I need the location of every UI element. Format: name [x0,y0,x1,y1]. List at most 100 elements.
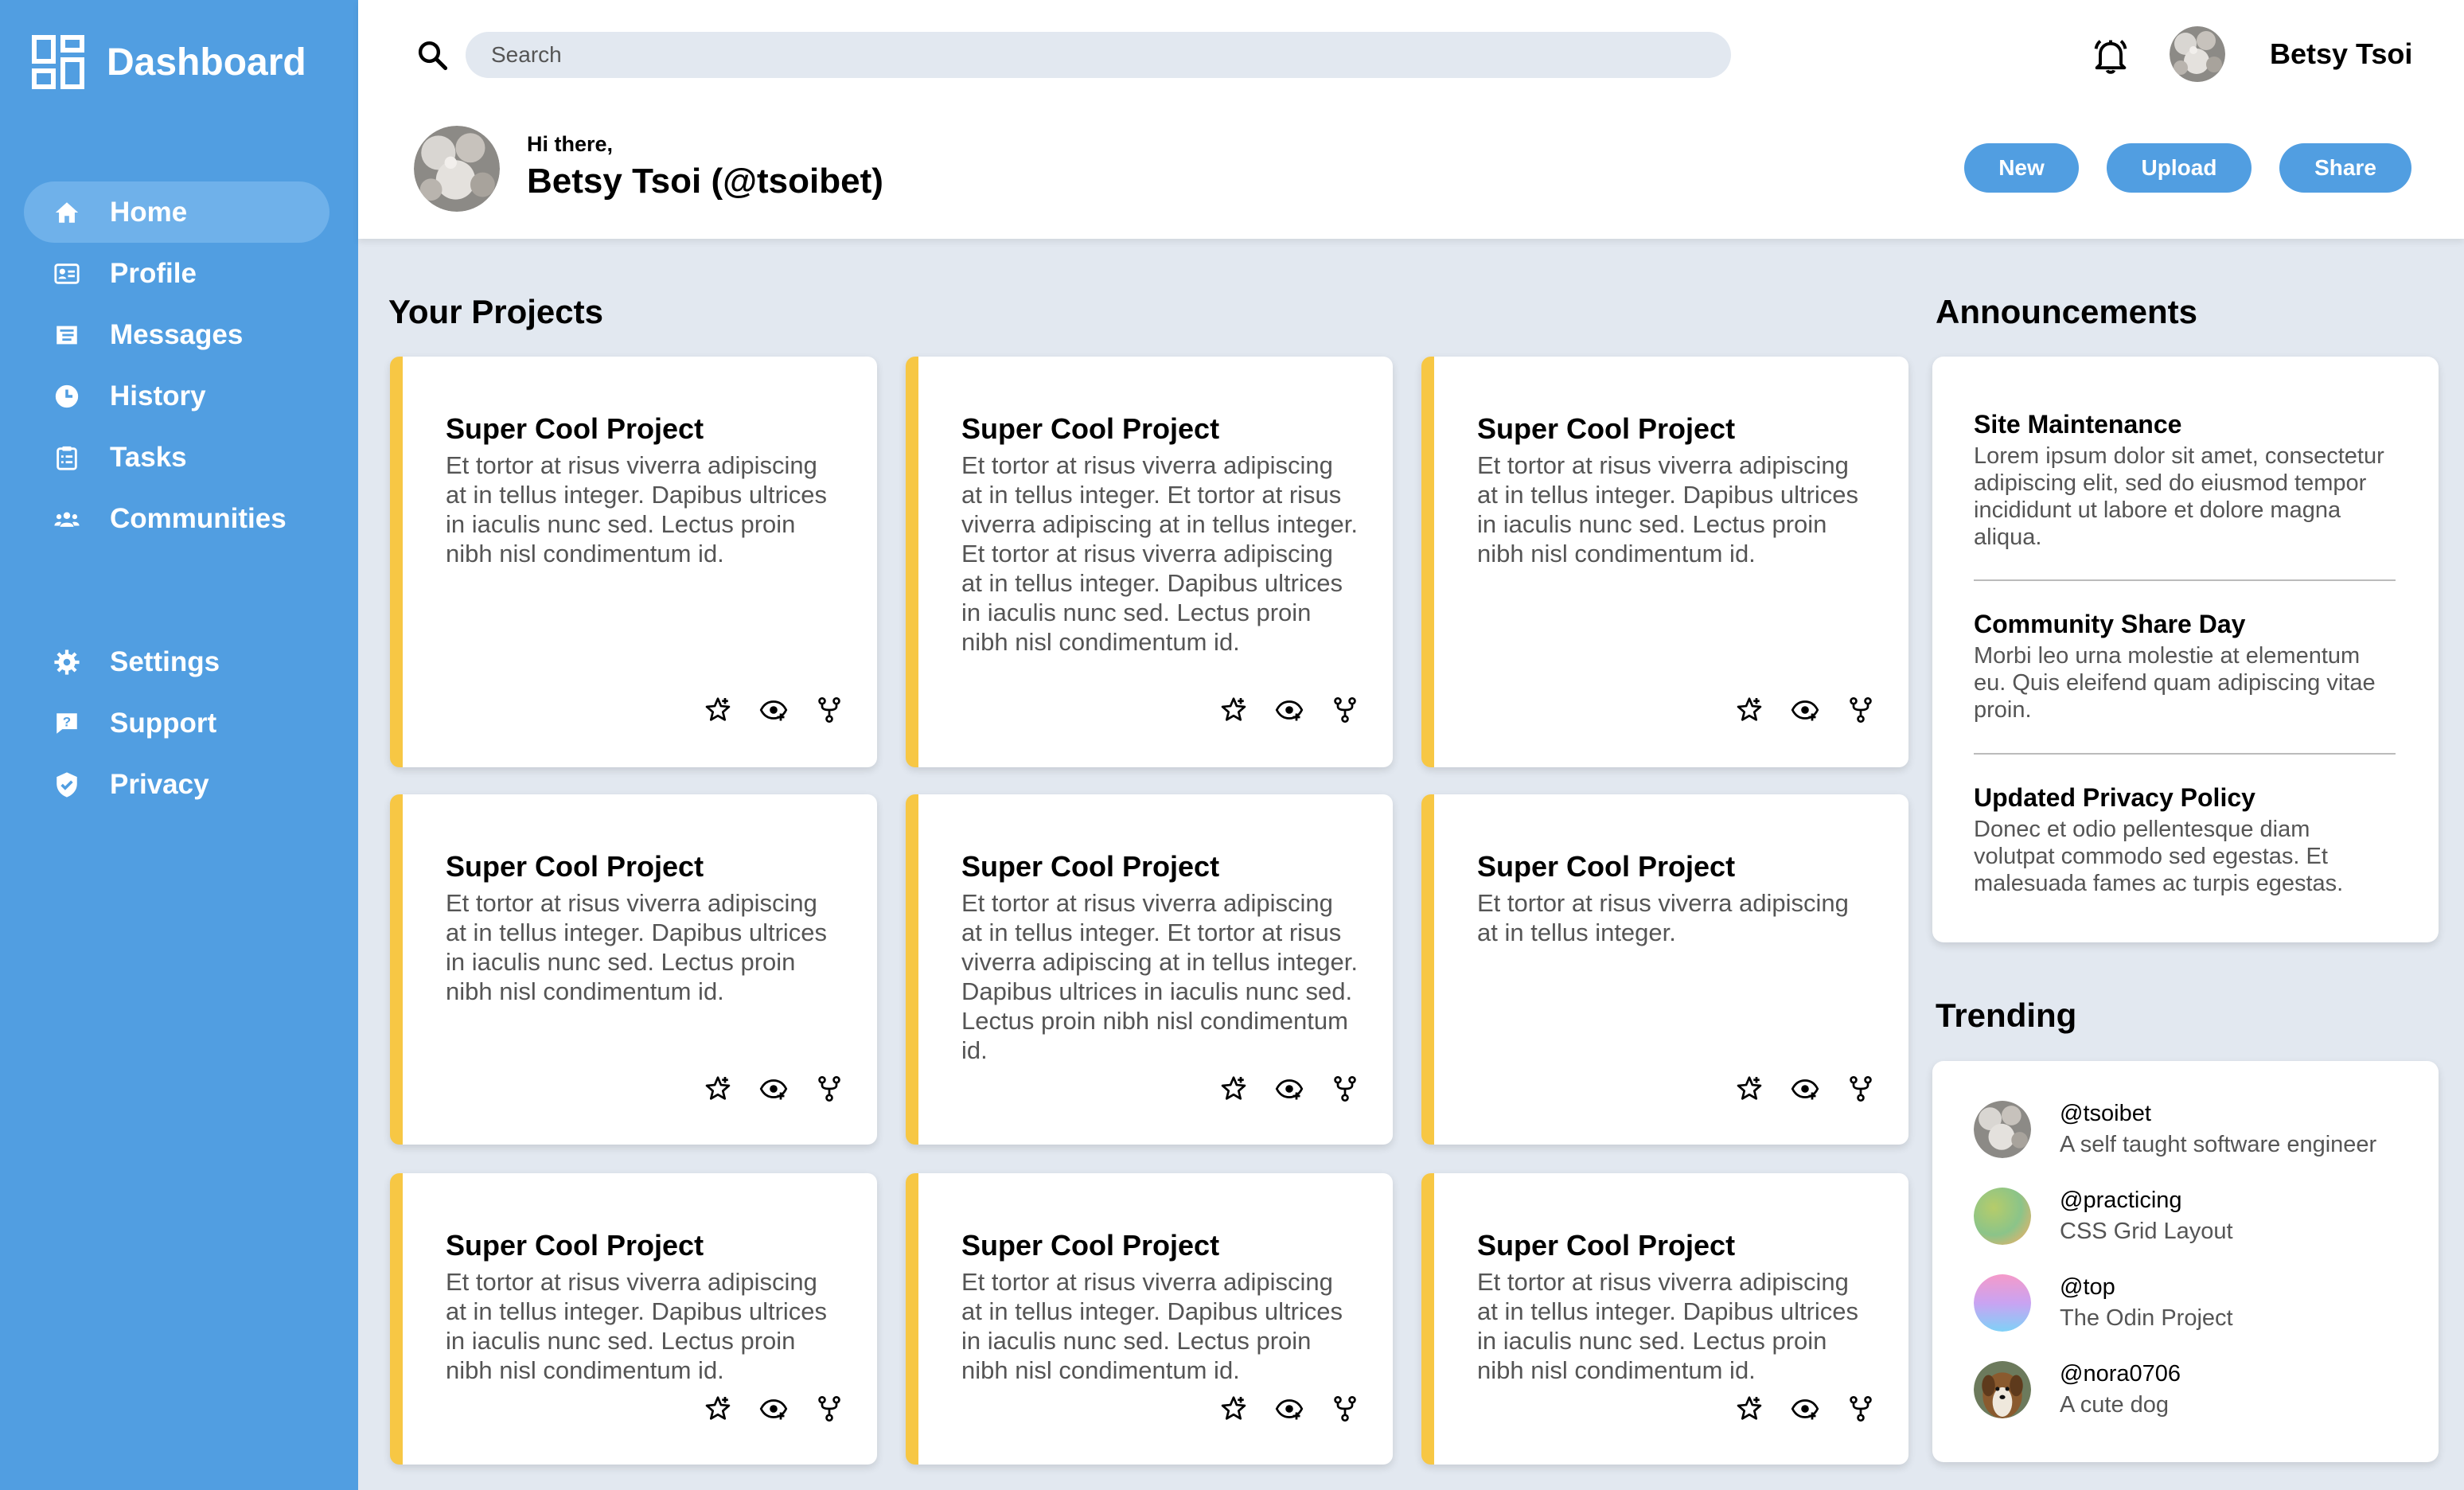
people-icon [49,505,84,532]
watch-eye-icon[interactable] [1791,1394,1819,1423]
sidebar-item-tasks[interactable]: Tasks [24,427,329,488]
watch-eye-icon[interactable] [1275,1394,1304,1423]
user-name[interactable]: Betsy Tsoi [2270,37,2412,71]
star-icon[interactable] [1219,696,1248,724]
project-card[interactable]: Super Cool Project Et tortor at risus vi… [390,357,877,767]
watch-eye-icon[interactable] [1275,1075,1304,1103]
watch-eye-icon[interactable] [1275,696,1304,724]
star-icon[interactable] [1735,696,1764,724]
project-card[interactable]: Super Cool Project Et tortor at risus vi… [906,357,1393,767]
star-icon[interactable] [704,1075,732,1103]
project-card[interactable]: Super Cool Project Et tortor at risus vi… [1421,1173,1908,1465]
watch-eye-icon[interactable] [1791,696,1819,724]
fork-icon[interactable] [1331,696,1359,724]
trending-item[interactable]: @nora0706 A cute dog [1974,1361,2181,1418]
star-icon[interactable] [1219,1394,1248,1423]
id-card-icon [49,260,84,287]
project-card[interactable]: Super Cool Project Et tortor at risus vi… [1421,357,1908,767]
home-icon [49,199,84,226]
announcement-item[interactable]: Community Share Day Morbi leo urna moles… [1974,610,2396,724]
brand[interactable]: Dashboard [32,35,306,89]
fork-icon[interactable] [1846,1075,1875,1103]
project-title: Super Cool Project [446,850,704,883]
trending-handle: @tsoibet [2060,1101,2151,1126]
project-card[interactable]: Super Cool Project Et tortor at risus vi… [390,1173,877,1465]
star-icon[interactable] [1735,1394,1764,1423]
share-button[interactable]: Share [2279,143,2411,193]
bell-icon[interactable] [2090,35,2131,76]
fork-icon[interactable] [815,1394,844,1423]
avatar[interactable] [2170,26,2225,82]
sidebar-item-label: Profile [110,257,197,289]
project-description: Et tortor at risus viverra adipiscing at… [1477,889,1849,946]
svg-text:?: ? [63,714,71,729]
project-description: Et tortor at risus viverra adipiscing at… [446,889,828,1005]
new-button[interactable]: New [1964,143,2079,193]
announcement-title: Site Maintenance [1974,410,2182,439]
sidebar-item-home[interactable]: Home [24,181,329,243]
profile-avatar [414,126,500,212]
dashboard-grid-icon [32,35,84,89]
divider [1974,579,2396,581]
project-title: Super Cool Project [961,1229,1220,1262]
project-actions [704,1394,844,1423]
projects-title: Your Projects [388,293,603,330]
trending-item[interactable]: @tsoibet A self taught software engineer [1974,1101,2376,1158]
fork-icon[interactable] [815,696,844,724]
project-title: Super Cool Project [1477,1229,1736,1262]
sidebar-item-profile[interactable]: Profile [24,243,329,304]
watch-eye-icon[interactable] [759,696,788,724]
clock-icon [49,383,84,410]
sidebar-item-messages[interactable]: Messages [24,304,329,365]
sidebar-item-label: Messages [110,318,244,350]
help-chat-icon: ? [49,710,84,737]
fork-icon[interactable] [1846,1394,1875,1423]
project-card[interactable]: Super Cool Project Et tortor at risus vi… [906,1173,1393,1465]
project-actions [1735,696,1875,724]
fork-icon[interactable] [1331,1075,1359,1103]
watch-eye-icon[interactable] [759,1394,788,1423]
sidebar-item-privacy[interactable]: Privacy [24,754,329,815]
sidebar-item-settings[interactable]: Settings [24,631,329,692]
upload-button[interactable]: Upload [2107,143,2252,193]
sidebar-item-support[interactable]: ? Support [24,692,329,754]
star-icon[interactable] [1219,1075,1248,1103]
watch-eye-icon[interactable] [759,1075,788,1103]
star-icon[interactable] [704,696,732,724]
avatar [1974,1188,2031,1245]
project-actions [1735,1394,1875,1423]
fork-icon[interactable] [1331,1394,1359,1423]
header: Betsy Tsoi Hi there, Betsy Tsoi (@tsoibe… [358,0,2464,239]
announcement-text: Morbi leo urna molestie at elementum eu.… [1974,643,2376,723]
divider [1974,753,2396,755]
project-description: Et tortor at risus viverra adipiscing at… [961,451,1358,656]
star-icon[interactable] [1735,1075,1764,1103]
search-icon[interactable] [415,38,449,72]
sidebar-item-label: Settings [110,646,220,677]
trending-desc: CSS Grid Layout [2060,1219,2233,1244]
announcement-item[interactable]: Site Maintenance Lorem ipsum dolor sit a… [1974,410,2396,551]
sidebar: Dashboard Home Profile Messages History [0,0,358,1490]
trending-item[interactable]: @top The Odin Project [1974,1274,2233,1332]
announcements-title: Announcements [1936,293,2198,330]
project-description: Et tortor at risus viverra adipiscing at… [446,451,828,568]
fork-icon[interactable] [815,1075,844,1103]
project-card[interactable]: Super Cool Project Et tortor at risus vi… [1421,794,1908,1145]
sidebar-item-communities[interactable]: Communities [24,488,329,549]
dog-avatar [1974,1361,2031,1418]
star-icon[interactable] [704,1394,732,1423]
project-card[interactable]: Super Cool Project Et tortor at risus vi… [906,794,1393,1145]
sidebar-item-label: Communities [110,502,287,534]
project-card[interactable]: Super Cool Project Et tortor at risus vi… [390,794,877,1145]
project-actions [704,1075,844,1103]
sidebar-item-history[interactable]: History [24,365,329,427]
announcement-item[interactable]: Updated Privacy Policy Donec et odio pel… [1974,783,2396,897]
watch-eye-icon[interactable] [1791,1075,1819,1103]
trending-desc: The Odin Project [2060,1305,2233,1331]
trending-item[interactable]: @practicing CSS Grid Layout [1974,1188,2233,1245]
greeting: Hi there, [527,132,614,156]
search-input[interactable] [466,32,1731,78]
fork-icon[interactable] [1846,696,1875,724]
trending-handle: @nora0706 [2060,1361,2181,1387]
avatar [1974,1274,2031,1332]
